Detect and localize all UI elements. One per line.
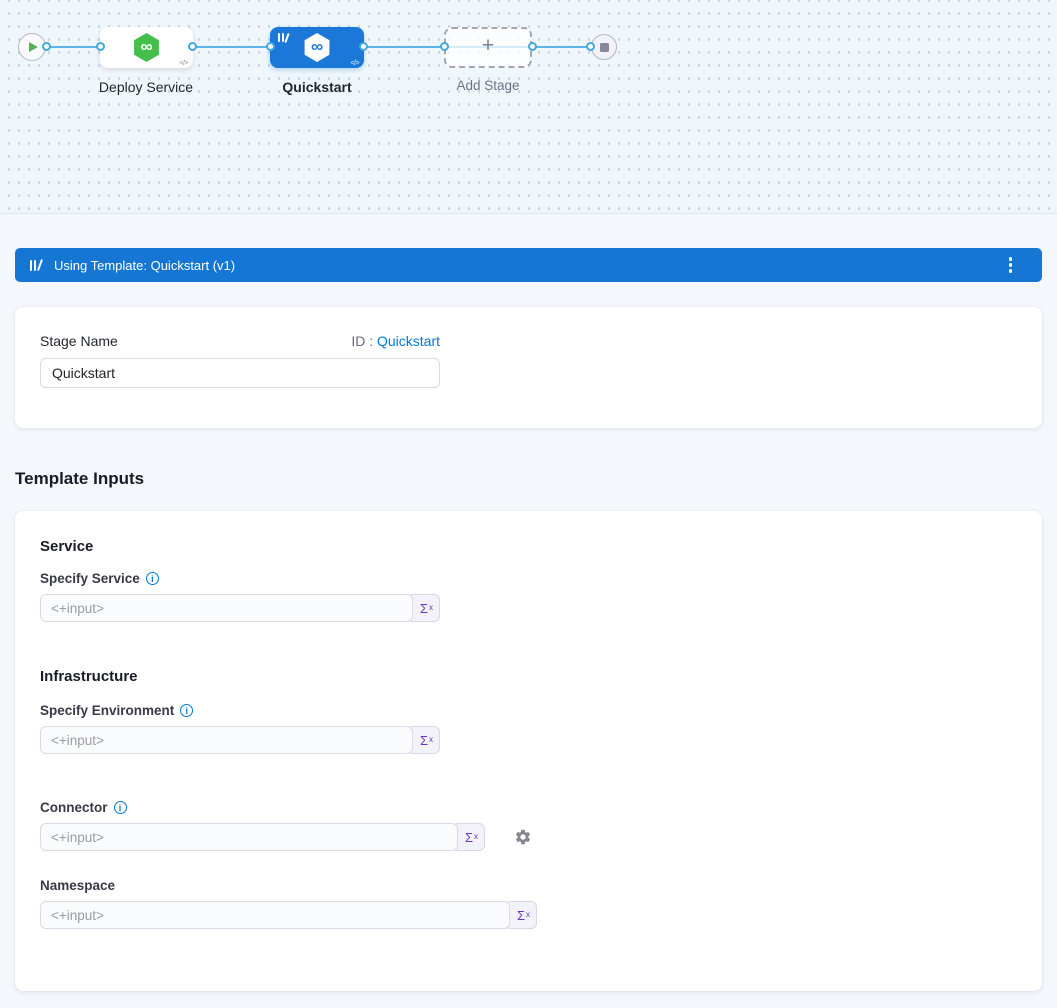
- pipeline-canvas: ∞ </> ∞ </> + Deploy Service Quickstart …: [0, 0, 1057, 214]
- template-library-icon: [278, 33, 291, 44]
- field-label-specify-environment: Specify Environment i: [40, 703, 1017, 718]
- port: [528, 42, 537, 51]
- stage-label-add-stage[interactable]: Add Stage: [456, 78, 519, 93]
- field-label-connector: Connector i: [40, 800, 1017, 815]
- namespace-input[interactable]: [40, 901, 510, 929]
- port: [42, 42, 51, 51]
- template-inputs-card: Service Specify Service i Σx Infrastruct…: [15, 511, 1042, 991]
- section-title-service: Service: [40, 538, 1017, 555]
- stage-node-quickstart[interactable]: ∞ </>: [270, 27, 364, 68]
- stage-name-label: Stage Name: [40, 333, 118, 349]
- plus-icon: +: [482, 34, 494, 58]
- cd-hexagon-icon: ∞: [304, 33, 331, 62]
- info-icon[interactable]: i: [114, 801, 127, 814]
- template-inputs-heading: Template Inputs: [15, 469, 1042, 489]
- stage-node-deploy-service[interactable]: ∞ </>: [100, 27, 193, 68]
- banner-text: Using Template: Quickstart (v1): [54, 258, 235, 273]
- info-icon[interactable]: i: [180, 704, 193, 717]
- specify-service-input[interactable]: [40, 594, 413, 622]
- specify-environment-input[interactable]: [40, 726, 413, 754]
- section-title-infrastructure: Infrastructure: [40, 668, 1017, 685]
- port: [586, 42, 595, 51]
- port: [188, 42, 197, 51]
- cd-hexagon-icon: ∞: [133, 33, 160, 62]
- port: [440, 42, 449, 51]
- stop-icon: [600, 43, 609, 52]
- add-stage-button[interactable]: +: [444, 27, 532, 68]
- stage-name-input[interactable]: [40, 358, 440, 388]
- play-icon: [29, 42, 38, 52]
- info-icon[interactable]: i: [146, 572, 159, 585]
- specify-environment-field: Σx: [40, 726, 440, 754]
- stage-id-link[interactable]: Quickstart: [377, 333, 440, 349]
- gear-icon[interactable]: [514, 828, 532, 846]
- stage-overview-card: Stage Name ID : Quickstart: [15, 307, 1042, 428]
- specify-service-field: Σx: [40, 594, 440, 622]
- stage-label-quickstart[interactable]: Quickstart: [282, 79, 351, 95]
- kebab-menu-icon[interactable]: [1006, 253, 1016, 277]
- field-label-namespace: Namespace: [40, 878, 1017, 893]
- port: [96, 42, 105, 51]
- port: [359, 42, 368, 51]
- using-template-banner: Using Template: Quickstart (v1): [15, 248, 1042, 282]
- connector-field: Σx: [40, 823, 485, 851]
- port: [266, 42, 275, 51]
- field-label-specify-service: Specify Service i: [40, 571, 1017, 586]
- template-library-icon: [29, 259, 44, 271]
- connector-input[interactable]: [40, 823, 458, 851]
- stage-label-deploy-service[interactable]: Deploy Service: [99, 79, 193, 95]
- code-icon: </>: [350, 60, 359, 67]
- stage-id: ID : Quickstart: [351, 333, 440, 349]
- code-icon: </>: [179, 60, 188, 67]
- id-prefix: ID :: [351, 333, 373, 349]
- namespace-field: Σx: [40, 901, 537, 929]
